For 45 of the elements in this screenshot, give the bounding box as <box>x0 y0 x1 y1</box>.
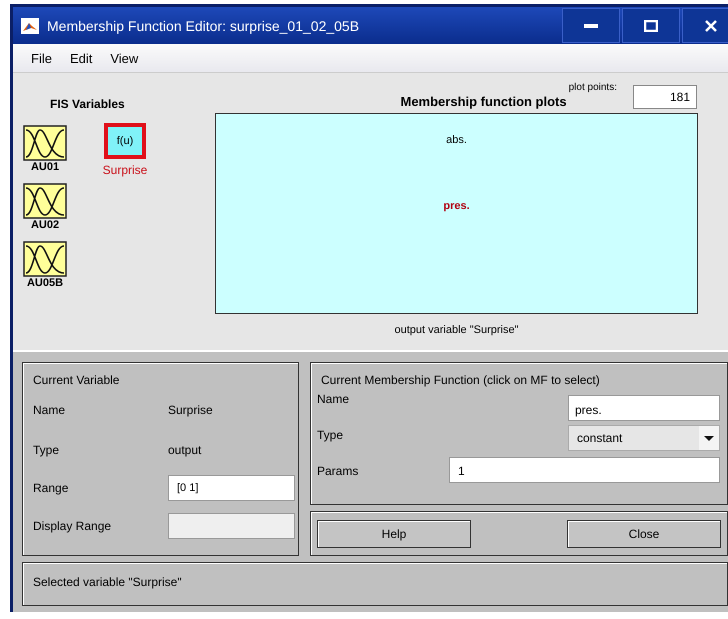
field-label: Display Range <box>33 519 112 533</box>
field-value: Surprise <box>168 403 213 417</box>
field-label: Params <box>317 463 360 478</box>
section-title: FIS Variables <box>50 97 126 113</box>
type-dropdown[interactable]: constant <box>568 425 720 451</box>
mf-label[interactable]: pres. <box>443 200 470 212</box>
status-text: Selected variable "Surprise" <box>32 574 183 589</box>
variable-label: AU02 <box>30 219 60 232</box>
maximize-button[interactable] <box>622 8 680 43</box>
plot-title: Membership function plots <box>400 94 567 109</box>
field-label: Range <box>33 481 70 495</box>
panel-title: Current Variable <box>32 372 120 389</box>
plot-caption: output variable "Surprise" <box>394 324 520 336</box>
membership-curves-icon[interactable] <box>23 183 67 219</box>
input-field[interactable]: [0 1] <box>168 475 295 501</box>
panel-title: Current Membership Function (click on MF to select) <box>320 372 601 389</box>
variable-label: AU01 <box>30 161 60 174</box>
variable-label: AU05B <box>26 277 64 290</box>
field-label: plot points: <box>568 82 617 93</box>
field-label: Type <box>33 443 60 457</box>
dialog-button[interactable]: Close <box>567 520 721 548</box>
output-variable-box[interactable]: f(u) <box>104 123 146 159</box>
input-field[interactable]: 1 <box>449 457 720 483</box>
field-label: Type <box>317 427 344 442</box>
menu-item[interactable]: Edit <box>64 50 100 66</box>
maximize-icon <box>644 20 658 32</box>
window-title: Membership Function Editor: surprise_01_02_05B <box>47 18 360 34</box>
menu-item[interactable]: View <box>104 50 146 66</box>
membership-curves-icon[interactable] <box>23 125 67 161</box>
plot-points-field[interactable]: 181 <box>633 85 697 109</box>
mf-label[interactable]: abs. <box>446 134 467 146</box>
app-icon <box>21 18 39 34</box>
membership-curves-icon[interactable] <box>23 241 67 277</box>
minimize-icon <box>584 22 598 28</box>
field-label: Name <box>33 403 66 417</box>
input-field[interactable]: pres. <box>568 395 720 421</box>
close-icon <box>705 20 717 32</box>
field-label: Name <box>317 391 350 406</box>
variable-label: Surprise <box>102 163 148 177</box>
dialog-button[interactable]: Help <box>317 520 471 548</box>
menu-item[interactable]: File <box>25 50 60 66</box>
field-value: output <box>168 443 202 457</box>
minimize-button[interactable] <box>562 8 620 43</box>
caret-icon <box>699 426 719 450</box>
close-button[interactable] <box>682 8 728 43</box>
